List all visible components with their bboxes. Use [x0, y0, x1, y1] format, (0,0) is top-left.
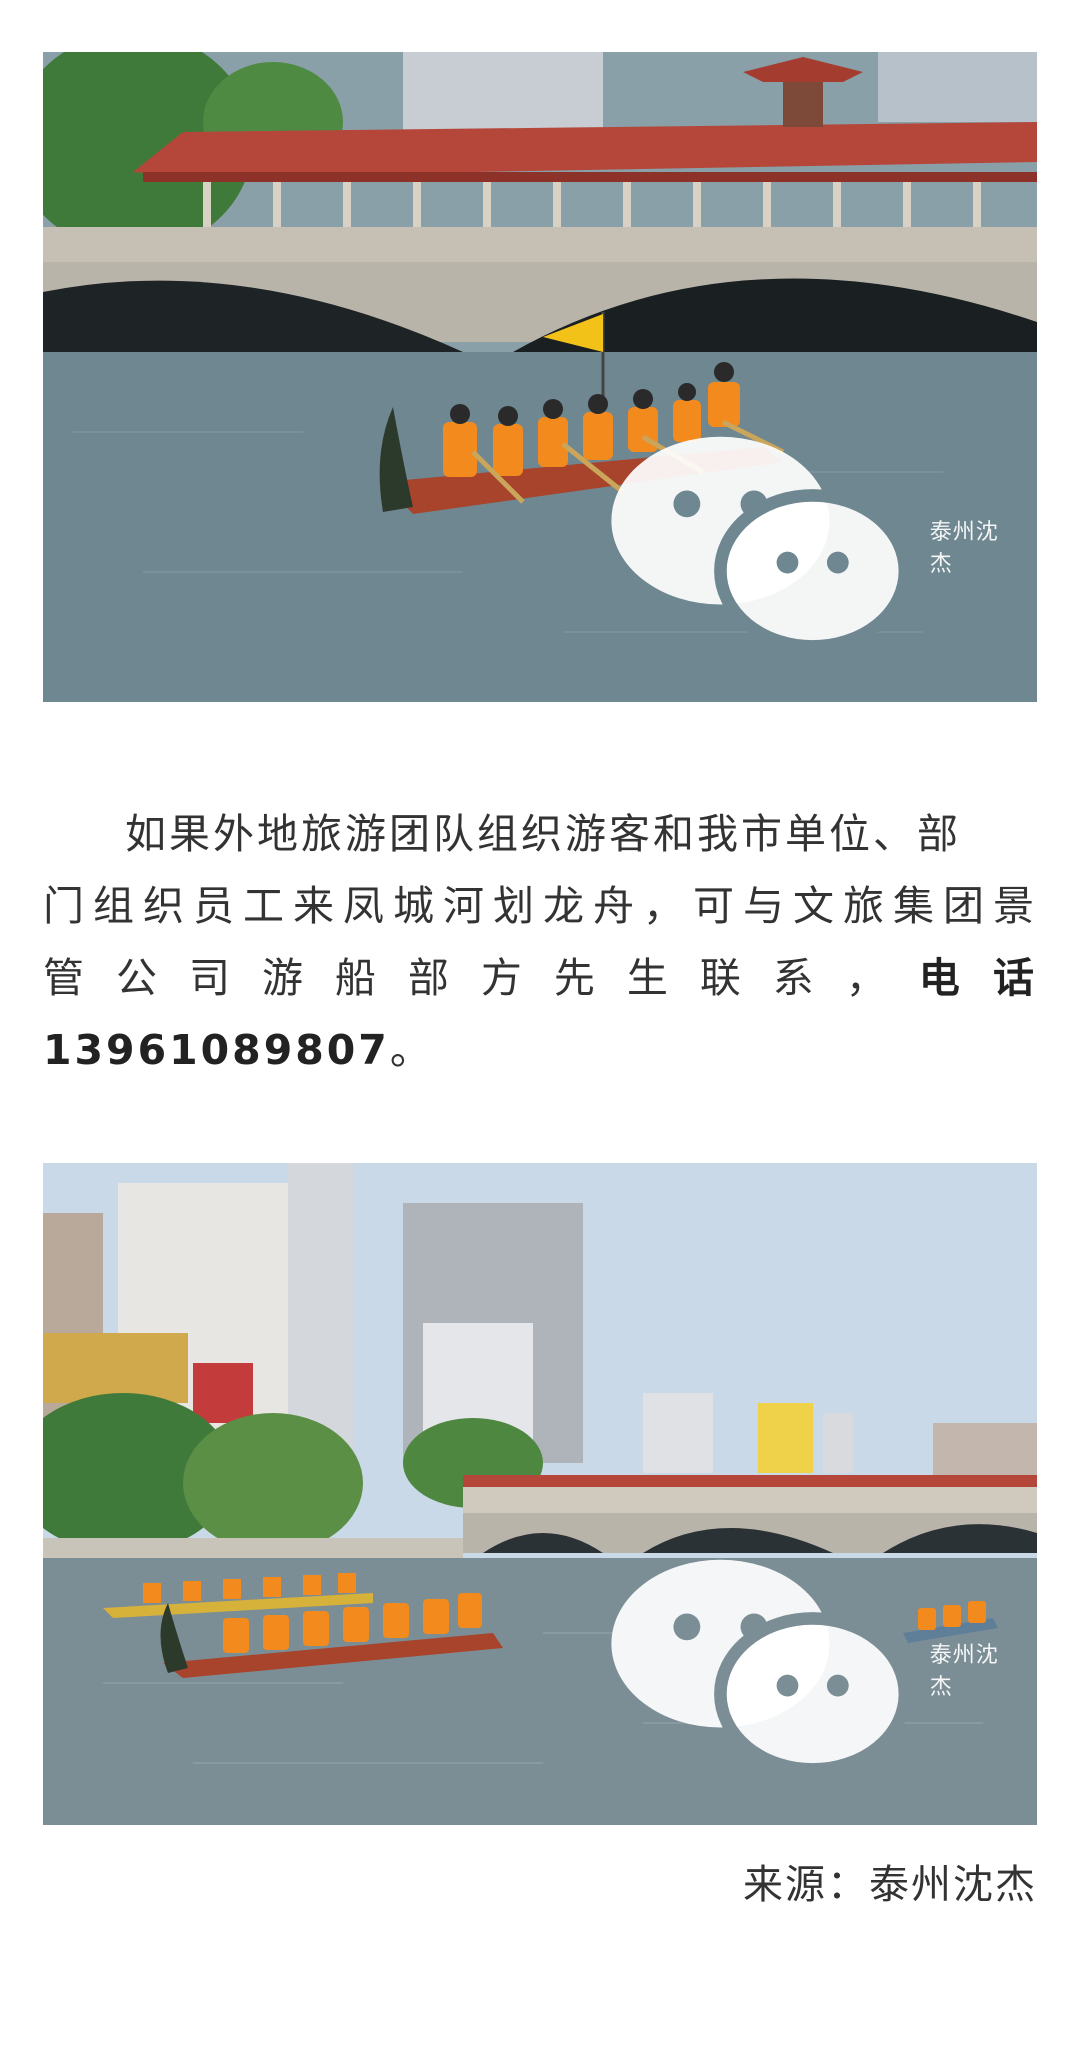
- phone-number: 13961089807: [43, 1026, 390, 1074]
- paragraph-line-1: 如果外地旅游团队组织游客和我市单位、部: [125, 810, 961, 858]
- paragraph-line-2: 门组织员工来凤城河划龙舟，可与文旅集团景: [43, 882, 1037, 930]
- paragraph-line-4: 13961089807。: [43, 1014, 1037, 1086]
- source-value: 泰州沈杰: [869, 1862, 1037, 1908]
- paragraph-contact-text: 管 公 司 游 船 部 方 先 生 联 系 ，: [43, 954, 897, 1002]
- wechat-icon: [611, 1560, 912, 1777]
- source-label: 来源：: [743, 1862, 869, 1908]
- watermark-text: 泰州沈杰: [929, 1643, 999, 1701]
- phone-label: 电 话: [918, 954, 1038, 1002]
- watermark-text: 泰州沈杰: [929, 520, 999, 578]
- paragraph-line-3: 管 公 司 游 船 部 方 先 生 联 系 ， 电 话: [43, 942, 1037, 1014]
- article-paragraph: 如果外地旅游团队组织游客和我市单位、部 门组织员工来凤城河划龙舟，可与文旅集团景…: [43, 798, 1037, 1086]
- photo-dragon-boats-skyline[interactable]: 泰州沈杰: [43, 1163, 1037, 1825]
- source-credit: 来源：泰州沈杰: [743, 1852, 1037, 1910]
- photo-watermark: 泰州沈杰: [603, 1543, 1003, 1795]
- wechat-icon: [611, 437, 912, 654]
- photo-watermark: 泰州沈杰: [603, 420, 1003, 672]
- photo-dragon-boat-bridge[interactable]: 泰州沈杰: [43, 52, 1037, 702]
- paragraph-end-punct: 。: [389, 1026, 434, 1074]
